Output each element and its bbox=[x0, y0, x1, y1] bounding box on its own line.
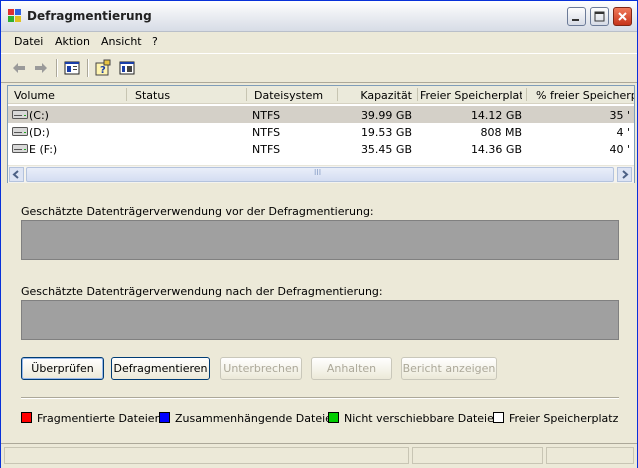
toolbar: ? bbox=[1, 53, 637, 83]
usage-after-label: Geschätzte Datenträgerverwendung nach de… bbox=[21, 285, 383, 298]
back-arrow-icon[interactable] bbox=[10, 59, 28, 77]
volume-filesystem: NTFS bbox=[252, 109, 281, 122]
scroll-right-button[interactable] bbox=[617, 167, 632, 182]
column-header-free-percent[interactable]: % freier Speicherpla bbox=[536, 89, 634, 102]
title-bar[interactable]: Defragmentierung bbox=[1, 1, 637, 32]
column-divider[interactable] bbox=[126, 88, 127, 101]
close-button[interactable] bbox=[613, 7, 632, 26]
minimize-button[interactable] bbox=[567, 7, 586, 26]
volume-free-percent: 35 ' bbox=[609, 109, 630, 122]
status-pane-main bbox=[4, 447, 409, 464]
volume-capacity: 35.45 GB bbox=[360, 143, 412, 156]
column-header-status[interactable]: Status bbox=[135, 89, 241, 102]
close-icon bbox=[618, 12, 627, 21]
legend-divider bbox=[21, 397, 619, 399]
view-report-button[interactable]: Bericht anzeigen bbox=[401, 357, 497, 380]
window-title: Defragmentierung bbox=[27, 9, 152, 23]
legend-swatch-free-space bbox=[493, 412, 504, 423]
volume-free-space: 808 MB bbox=[480, 126, 522, 139]
menu-bar: Datei Aktion Ansicht ? bbox=[1, 32, 637, 52]
hard-drive-icon bbox=[12, 144, 28, 153]
menu-aktion[interactable]: Aktion bbox=[55, 35, 90, 48]
svg-text:?: ? bbox=[100, 65, 106, 76]
column-divider[interactable] bbox=[417, 88, 418, 101]
scroll-thumb[interactable]: III bbox=[26, 167, 614, 182]
column-divider[interactable] bbox=[337, 88, 338, 101]
hard-drive-icon bbox=[12, 127, 28, 136]
volume-row-c[interactable]: (C:) NTFS 39.99 GB 14.12 GB 35 ' bbox=[8, 106, 634, 123]
volume-filesystem: NTFS bbox=[252, 126, 281, 139]
legend-swatch-fragmented bbox=[21, 412, 32, 423]
minimize-icon bbox=[572, 19, 579, 21]
menu-datei[interactable]: Datei bbox=[14, 35, 43, 48]
forward-arrow-icon[interactable] bbox=[32, 59, 50, 77]
legend-swatch-unmovable bbox=[328, 412, 339, 423]
volume-filesystem: NTFS bbox=[252, 143, 281, 156]
legend-label-fragmented: Fragmentierte Dateien bbox=[37, 412, 162, 425]
legend-label-free-space: Freier Speicherplatz bbox=[509, 412, 619, 425]
column-header-volume[interactable]: Volume bbox=[14, 89, 126, 102]
volume-row-d[interactable]: (D:) NTFS 19.53 GB 808 MB 4 ' bbox=[8, 123, 634, 140]
status-bar bbox=[1, 443, 637, 468]
legend-swatch-contiguous bbox=[159, 412, 170, 423]
status-pane-middle bbox=[412, 447, 543, 464]
defragment-button[interactable]: Defragmentieren bbox=[111, 357, 210, 380]
column-header-capacity[interactable]: Kapazität bbox=[340, 89, 412, 102]
menu-help[interactable]: ? bbox=[152, 35, 158, 48]
volume-name: (C:) bbox=[29, 109, 49, 122]
toolbar-separator bbox=[87, 59, 89, 77]
stop-button[interactable]: Anhalten bbox=[311, 357, 392, 380]
volume-list-header: Volume Status Dateisystem Kapazität Frei… bbox=[8, 86, 634, 104]
volume-free-space: 14.12 GB bbox=[470, 109, 522, 122]
chevron-left-icon bbox=[12, 170, 19, 179]
column-header-free-space[interactable]: Freier Speicherplatz bbox=[420, 89, 522, 102]
scroll-left-button[interactable] bbox=[9, 167, 24, 182]
horizontal-scrollbar[interactable]: III bbox=[8, 165, 634, 183]
help-icon[interactable]: ? bbox=[94, 59, 112, 77]
volume-capacity: 39.99 GB bbox=[360, 109, 412, 122]
column-header-filesystem[interactable]: Dateisystem bbox=[254, 89, 336, 102]
usage-before-label: Geschätzte Datenträgerverwendung vor der… bbox=[21, 205, 374, 218]
volume-name: (D:) bbox=[29, 126, 50, 139]
volume-list: Volume Status Dateisystem Kapazität Frei… bbox=[7, 85, 635, 183]
maximize-button[interactable] bbox=[590, 7, 609, 26]
status-pane-right bbox=[546, 447, 634, 464]
menu-ansicht[interactable]: Ansicht bbox=[101, 35, 142, 48]
volume-free-space: 14.36 GB bbox=[470, 143, 522, 156]
defrag-app-icon bbox=[8, 9, 21, 22]
toolbar-separator bbox=[56, 59, 58, 77]
defrag-window: Defragmentierung Datei Aktion Ansicht ? … bbox=[0, 0, 638, 468]
scroll-thumb-grip: III bbox=[314, 168, 322, 177]
column-divider[interactable] bbox=[526, 88, 527, 101]
analyze-button[interactable]: Überprüfen bbox=[21, 357, 104, 380]
volume-capacity: 19.53 GB bbox=[360, 126, 412, 139]
pause-button[interactable]: Unterbrechen bbox=[220, 357, 302, 380]
volume-row-f[interactable]: E (F:) NTFS 35.45 GB 14.36 GB 40 ' bbox=[8, 140, 634, 157]
volume-free-percent: 40 ' bbox=[609, 143, 630, 156]
hard-drive-icon bbox=[12, 110, 28, 119]
legend-label-unmovable: Nicht verschiebbare Dateien bbox=[344, 412, 501, 425]
maximize-icon bbox=[594, 11, 605, 22]
usage-before-bar bbox=[21, 220, 619, 260]
chevron-right-icon bbox=[622, 170, 629, 179]
properties-icon[interactable] bbox=[118, 59, 136, 77]
legend-label-contiguous: Zusammenhängende Dateien bbox=[175, 412, 339, 425]
usage-after-bar bbox=[21, 300, 619, 340]
volume-free-percent: 4 ' bbox=[616, 126, 630, 139]
volume-name: E (F:) bbox=[29, 143, 58, 156]
column-divider[interactable] bbox=[246, 88, 247, 101]
show-hide-tree-icon[interactable] bbox=[63, 59, 81, 77]
